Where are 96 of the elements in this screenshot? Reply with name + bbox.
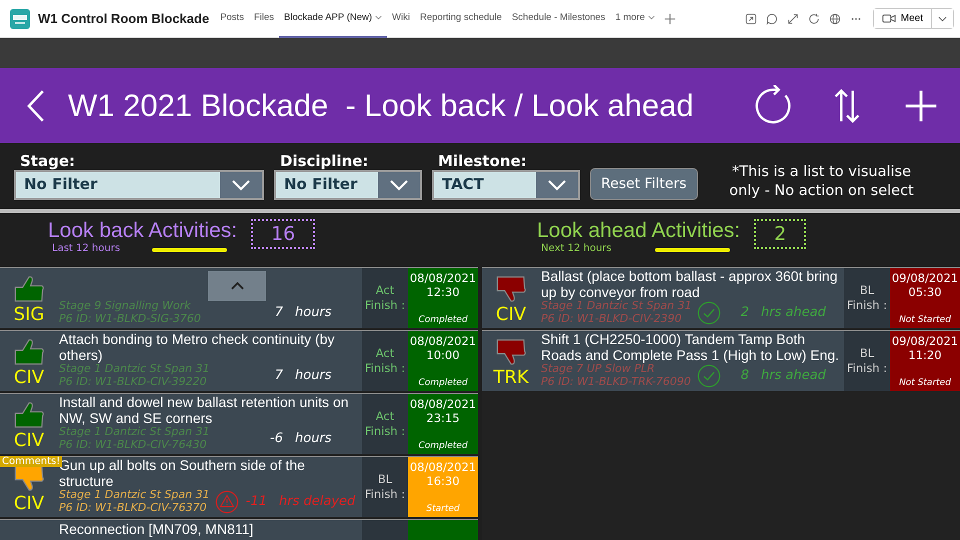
activity-title: Install and dowel new ballast retention units on NW, SW and SE corners: [59, 394, 350, 426]
caret-icon: [648, 15, 655, 20]
discipline-label: SIG: [14, 304, 44, 326]
info-note: *This is a list to visualise only - No action on select: [728, 163, 915, 201]
discipline-label: TRK: [493, 367, 529, 389]
activity-title: Attach bonding to Metro check continuity (by others): [59, 331, 336, 363]
finish-label: BL Finish :: [846, 283, 888, 313]
app-title: W1 2021 Blockade - Look back / Look ahead: [68, 88, 694, 124]
caret-icon: [938, 16, 947, 22]
chevron-down-icon: [231, 179, 251, 191]
finish-date: 08/08/2021: [410, 271, 476, 285]
variance-unit: hrs ahead: [761, 305, 826, 320]
finish-date: 08/08/2021: [410, 334, 476, 348]
refresh-icon[interactable]: [808, 12, 820, 24]
chevron-up-icon: [230, 282, 244, 290]
finish-label: BL Finish :: [364, 472, 406, 502]
stage-text: Stage 7 UP Slow PLR: [541, 363, 655, 376]
warning-icon: [215, 490, 239, 514]
channel-tab[interactable]: Schedule - Milestones: [506, 0, 610, 38]
variance-value: 7: [274, 368, 283, 383]
status-text: Completed: [418, 441, 468, 451]
p6-id: P6 ID: W1-BLKD-CIV-76430: [59, 438, 205, 451]
finish-date: 08/08/2021: [410, 460, 476, 474]
p6-id: P6 ID: W1-BLKD-CIV-39220: [59, 376, 205, 388]
filter-label: Stage:: [20, 152, 76, 170]
variance-unit: hrs delayed: [279, 494, 356, 509]
finish-time: 23:15: [426, 411, 460, 425]
variance-value: 8: [740, 368, 749, 383]
status-text: Completed: [418, 315, 468, 325]
caret-icon: [375, 15, 382, 20]
activity-title: Ballast (place bottom ballast - approx 360t bring up by conveyor from road: [541, 268, 838, 300]
finish-label: Act Finish :: [364, 409, 406, 439]
variance-unit: hours: [295, 368, 332, 383]
finish-time: 10:00: [426, 348, 460, 362]
filter-label: Discipline:: [280, 152, 370, 170]
discipline-label: CIV: [14, 493, 44, 515]
reset-filters-button[interactable]: Reset Filters: [590, 168, 698, 200]
discipline-label: CIV: [14, 430, 44, 452]
section-subheading: Last 12 hours: [52, 243, 120, 254]
section-subheading: Next 12 hours: [541, 243, 612, 254]
activity-count: 2: [754, 219, 806, 249]
variance-unit: hrs ahead: [761, 368, 826, 383]
channel-tab[interactable]: Wiki: [387, 0, 415, 38]
variance-unit: hours: [295, 305, 332, 320]
comment-badge: Comments!: [0, 456, 62, 467]
chevron-down-icon: [389, 179, 409, 191]
status-text: Not Started: [899, 315, 951, 325]
p6-id: P6 ID: W1-BLKD-SIG-3760: [59, 312, 202, 325]
finish-label: Act Finish :: [364, 283, 406, 313]
finish-date: 08/08/2021: [410, 397, 476, 411]
section-heading: Look ahead Activities:: [537, 219, 740, 243]
finish-date: 09/08/2021: [892, 334, 958, 348]
variance-value: -11: [245, 494, 267, 509]
finish-date: 09/08/2021: [892, 271, 958, 285]
variance-value: -6: [269, 431, 283, 446]
stage-text: Stage 9 Signalling Work: [59, 300, 192, 312]
section-heading: Look back Activities:: [48, 219, 238, 243]
variance-unit: hours: [295, 431, 332, 446]
meet-button[interactable]: Meet: [874, 9, 932, 28]
variance-value: 2: [740, 305, 749, 320]
discipline-label: CIV: [496, 304, 526, 326]
activity-title: Shift 1 (CH2250-1000) Tandem Tamp Both Roads and Complete Pass 1 (High to Low) Eng.: [541, 331, 840, 363]
filter-dropdown[interactable]: TACT: [432, 170, 580, 200]
p6-id: P6 ID: W1-BLKD-CIV-76370: [59, 502, 205, 514]
channel-tab[interactable]: Reporting schedule: [414, 0, 507, 38]
check-icon: [697, 300, 721, 324]
p6-id: P6 ID: W1-BLKD-CIV-2390: [541, 312, 683, 325]
video-camera-icon: [882, 13, 896, 24]
globe-icon[interactable]: [829, 12, 842, 24]
filter-dropdown[interactable]: No Filter: [14, 170, 264, 200]
chevron-down-icon: [547, 179, 567, 191]
status-text: Not Started: [899, 378, 951, 388]
finish-time: 11:20: [908, 348, 942, 362]
channel-tab[interactable]: Files: [248, 0, 280, 38]
expand-icon[interactable]: [787, 12, 800, 24]
finish-time: 12:30: [426, 285, 460, 299]
variance-value: 7: [274, 305, 283, 320]
finish-time: 16:30: [426, 474, 460, 488]
team-logo-icon[interactable]: [10, 8, 30, 28]
filter-dropdown[interactable]: No Filter: [274, 170, 422, 200]
status-text: Started: [426, 504, 460, 514]
finish-time: 05:30: [908, 285, 942, 299]
filter-label: Milestone:: [438, 152, 528, 170]
chat-icon[interactable]: [766, 12, 778, 24]
activity-title: Reconnection [MN709, MN811]: [59, 521, 254, 539]
check-icon: [697, 364, 721, 388]
status-text: Completed: [418, 378, 468, 388]
popout-icon[interactable]: [745, 12, 758, 24]
finish-label: Act Finish :: [364, 346, 406, 376]
channel-tab[interactable]: Posts: [215, 0, 249, 38]
channel-title: W1 Control Room Blockade: [38, 11, 210, 26]
finish-label: BL Finish :: [846, 346, 888, 376]
discipline-label: CIV: [14, 367, 44, 389]
add-tab-icon[interactable]: [664, 12, 676, 24]
channel-tab[interactable]: 1 more: [610, 0, 660, 38]
activity-count: 16: [251, 219, 316, 249]
